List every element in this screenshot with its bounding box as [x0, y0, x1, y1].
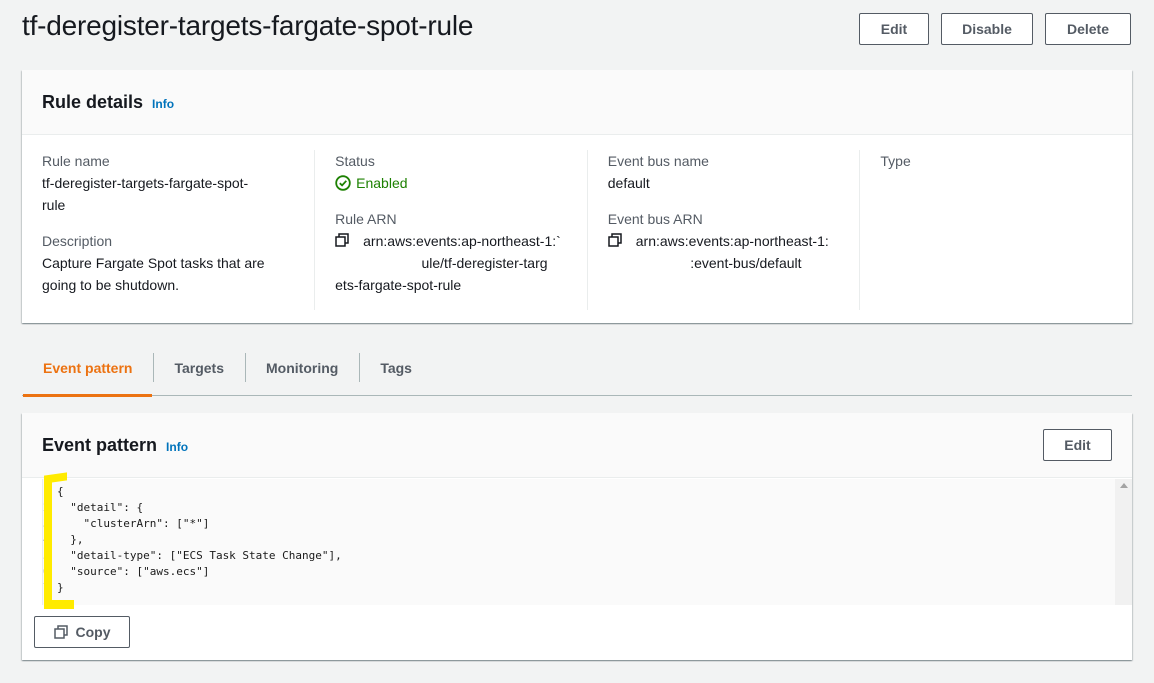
- tab-targets[interactable]: Targets: [153, 350, 245, 396]
- code-text: "source": ["aws.ecs"]: [57, 565, 210, 578]
- code-text: "detail-type": ["ECS Task State Change"]…: [57, 549, 342, 562]
- event-pattern-info-link[interactable]: Info: [166, 440, 188, 454]
- code-text: "detail": {: [57, 501, 144, 514]
- check-circle-icon: [335, 175, 351, 191]
- tab-tags[interactable]: Tags: [359, 350, 433, 396]
- rule-details-body: Rule name tf-deregister-targets-fargate-…: [22, 135, 1132, 310]
- copy-icon: [53, 625, 68, 639]
- delete-button[interactable]: Delete: [1045, 13, 1131, 45]
- copy-button-label: Copy: [75, 624, 111, 640]
- code-text: "clusterArn": ["*"]: [57, 517, 210, 530]
- code-text: {: [57, 485, 64, 498]
- details-column-2: Status Enabled Rule ARN arn:aws:events:a…: [314, 150, 587, 310]
- event-bus-arn-row: arn:aws:events:ap-northeast-1: :event-bu…: [608, 230, 840, 274]
- description-value-line2: going to be shutdown.: [42, 277, 179, 293]
- description-value-line1: Capture Fargate Spot tasks that are: [42, 255, 265, 271]
- rule-arn-field: Rule ARN arn:aws:events:ap-northeast-1:`…: [335, 208, 567, 296]
- event-bus-arn-field: Event bus ARN arn:aws:events:ap-northeas…: [608, 208, 840, 274]
- rule-arn-line3: ets-fargate-spot-rule: [335, 277, 462, 293]
- code-text: },: [57, 533, 84, 546]
- status-field: Status Enabled: [335, 150, 567, 194]
- copy-button[interactable]: Copy: [34, 616, 130, 648]
- disable-button[interactable]: Disable: [941, 13, 1033, 45]
- rule-details-header: Rule details Info: [22, 70, 1132, 135]
- event-bus-name-value: default: [607, 175, 650, 191]
- rule-arn-value: arn:aws:events:ap-northeast-1:` ule/tf-d…: [335, 230, 561, 296]
- description-label: Description: [42, 233, 113, 249]
- code-text: }: [57, 581, 64, 594]
- status-value: Enabled: [356, 175, 408, 191]
- event-bus-arn-line1: arn:aws:events:ap-northeast-1:: [635, 233, 829, 249]
- rule-name-value-line1: tf-deregister-targets-fargate-spot-: [42, 175, 249, 191]
- description-field: Description Capture Fargate Spot tasks t…: [42, 230, 294, 296]
- rule-arn-line1: arn:aws:events:ap-northeast-1:`: [363, 233, 561, 249]
- code-line: 7}: [43, 580, 342, 596]
- rule-name-field: Rule name tf-deregister-targets-fargate-…: [42, 150, 294, 216]
- rule-details-info-link[interactable]: Info: [152, 97, 174, 111]
- type-label: Type: [880, 153, 911, 169]
- copy-event-bus-arn-icon[interactable]: [608, 230, 626, 274]
- event-bus-name-field: Event bus name default: [608, 150, 840, 194]
- rule-name-value-line2: rule: [42, 197, 66, 213]
- rule-details-panel: Rule details Info Rule name tf-deregiste…: [22, 70, 1132, 323]
- edit-event-pattern-button[interactable]: Edit: [1043, 429, 1112, 461]
- page-actions: Edit Disable Delete: [859, 13, 1131, 45]
- rule-name-label: Rule name: [42, 153, 110, 169]
- code-line: 5 "detail-type": ["ECS Task State Change…: [43, 548, 342, 564]
- yellow-highlight-mark: [44, 476, 52, 609]
- type-field: Type: [880, 150, 1112, 172]
- rule-details-title: Rule details: [42, 91, 144, 112]
- event-pattern-title: Event pattern: [42, 434, 158, 455]
- event-pattern-heading: Event pattern Info: [42, 435, 188, 456]
- event-bus-arn-value: arn:aws:events:ap-northeast-1: :event-bu…: [636, 230, 829, 274]
- code-line: 6 "source": ["aws.ecs"]: [43, 564, 342, 580]
- status-badge: Enabled: [335, 172, 567, 194]
- code-editor[interactable]: 1{2 "detail": {3 "clusterArn": ["*"]4 },…: [42, 479, 1132, 605]
- scroll-up-arrow-icon[interactable]: [1120, 483, 1128, 488]
- page-title: tf-deregister-targets-fargate-spot-rule: [22, 10, 474, 41]
- details-column-1: Rule name tf-deregister-targets-fargate-…: [42, 150, 314, 310]
- event-bus-arn-line2: :event-bus/default: [635, 255, 802, 271]
- code-line: 3 "clusterArn": ["*"]: [43, 516, 342, 532]
- status-label: Status: [335, 153, 375, 169]
- code-scrollbar[interactable]: [1115, 479, 1132, 605]
- rule-arn-line2: ule/tf-deregister-targ: [363, 255, 548, 271]
- code-line: 1{: [43, 484, 342, 500]
- event-bus-name-label: Event bus name: [607, 153, 709, 169]
- code-lines: 1{2 "detail": {3 "clusterArn": ["*"]4 },…: [43, 484, 342, 596]
- yellow-highlight-mark-bottom: [44, 600, 74, 609]
- code-line: 4 },: [43, 532, 342, 548]
- code-line: 2 "detail": {: [43, 500, 342, 516]
- details-column-4: Type: [859, 150, 1132, 310]
- event-pattern-panel: Event pattern Info Edit 1{2 "detail": {3…: [22, 413, 1132, 660]
- tab-monitoring[interactable]: Monitoring: [245, 350, 359, 396]
- details-column-3: Event bus name default Event bus ARN arn…: [586, 150, 860, 310]
- rule-tabs: Event pattern Targets Monitoring Tags: [22, 350, 1132, 397]
- tab-event-pattern[interactable]: Event pattern: [22, 350, 153, 397]
- event-pattern-header: Event pattern Info Edit: [22, 413, 1132, 478]
- rule-arn-row: arn:aws:events:ap-northeast-1:` ule/tf-d…: [335, 230, 567, 296]
- event-bus-arn-label: Event bus ARN: [607, 211, 703, 227]
- rule-arn-label: Rule ARN: [335, 211, 397, 227]
- edit-button[interactable]: Edit: [859, 13, 929, 45]
